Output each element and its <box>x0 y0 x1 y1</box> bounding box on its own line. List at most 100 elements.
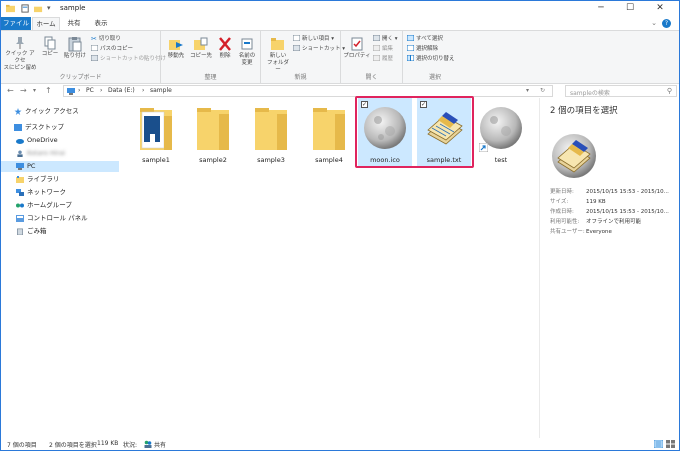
details-modified: 更新日時: 2015/10/15 15:53 - 2015/10... <box>550 189 669 195</box>
sidebar-item-network[interactable]: ネットワーク <box>1 187 119 198</box>
cut-button[interactable]: ✂ 切り取り <box>91 35 121 43</box>
copy-icon <box>44 36 56 50</box>
breadcrumb-pc[interactable]: PC <box>86 87 94 94</box>
maximize-button[interactable]: ☐ <box>623 3 637 14</box>
search-input[interactable]: sampleの検索 <box>570 88 610 97</box>
folder-icon <box>6 4 15 13</box>
rename-button[interactable]: 名前の 変更 <box>235 36 259 67</box>
selection-size: 119 KB <box>97 440 119 447</box>
details-pane: 2 個の項目を選択 更新日時: 2015/10/15 15:53 - 2015/1… <box>539 98 679 438</box>
back-button[interactable]: ← <box>7 86 14 96</box>
pin-quick-access-button[interactable]: クイック アクセ スにピン留め <box>3 36 37 72</box>
file-list: sample1 sample2 sample3 sample4 ✓ moon.i… <box>119 98 539 438</box>
sidebar-item-quick-access[interactable]: クイック アクセス <box>1 106 119 117</box>
rename-icon <box>241 38 253 50</box>
status-bar: 7 個の項目 2 個の項目を選択 119 KB 状況: 共有 <box>1 438 679 450</box>
item-count: 7 個の項目 <box>7 442 37 449</box>
move-to-button[interactable]: 移動先 <box>165 36 187 60</box>
details-title: 2 個の項目を選択 <box>550 106 618 116</box>
delete-icon <box>219 37 231 51</box>
tab-home[interactable]: ホーム <box>32 17 60 30</box>
pc-icon <box>16 163 24 170</box>
paste-button[interactable]: 貼り付け <box>63 36 87 60</box>
details-size: サイズ: 119 KB <box>550 199 606 205</box>
file-name: sample2 <box>199 156 227 164</box>
history-button[interactable]: 履歴 <box>373 55 393 63</box>
selection-preview-icon <box>552 134 596 178</box>
details-availability: 利用可能性: オフラインで利用可能 <box>550 219 642 225</box>
copy-to-button[interactable]: コピー先 <box>189 36 213 60</box>
properties-quick-icon[interactable] <box>21 4 30 13</box>
history-icon <box>373 55 380 61</box>
open-button[interactable]: 開く ▾ <box>373 35 398 43</box>
select-none-button[interactable]: 選択解除 <box>407 45 438 53</box>
selection-count: 2 個の項目を選択 <box>49 442 97 449</box>
details-view-icon[interactable] <box>654 440 663 448</box>
sidebar-item-homegroup[interactable]: ホームグループ <box>1 200 119 211</box>
address-dropdown-button[interactable]: ▾ <box>526 87 529 94</box>
tab-share[interactable]: 共有 <box>62 17 86 30</box>
new-folder-quick-icon[interactable] <box>34 4 43 13</box>
search-box[interactable]: sampleの検索 ⚲ <box>565 85 677 97</box>
shared-users-icon <box>144 440 152 448</box>
select-none-icon <box>407 45 414 51</box>
address-bar[interactable]: › PC › Data (E:) › sample ▾ ↻ <box>63 85 553 97</box>
recent-locations-button[interactable]: ▾ <box>33 86 36 96</box>
up-button[interactable]: ↑ <box>45 86 52 96</box>
file-item-sample1[interactable]: sample1 <box>129 98 183 166</box>
new-group-label: 新規 <box>294 74 307 81</box>
organize-group: 移動先 コピー先 削除 名前の 変更 整理 <box>161 31 261 83</box>
invert-selection-button[interactable]: 選択の切り替え <box>407 55 455 63</box>
easy-access-button[interactable]: ショートカット ▾ <box>293 45 345 53</box>
file-item-sample2[interactable]: sample2 <box>186 98 240 166</box>
edit-icon <box>373 45 380 51</box>
sidebar-item-onedrive[interactable]: OneDrive <box>1 135 119 146</box>
paste-shortcut-button[interactable]: ショートカットの貼り付け <box>91 55 166 63</box>
sidebar-item-desktop[interactable]: デスクトップ <box>1 122 119 133</box>
properties-button[interactable]: プロパティ <box>343 36 371 60</box>
invert-selection-icon <box>407 55 414 61</box>
copy-to-icon <box>194 37 208 50</box>
breadcrumb-sample[interactable]: sample <box>150 87 172 94</box>
sidebar-item-pc[interactable]: PC <box>1 161 119 172</box>
select-all-button[interactable]: すべて選択 <box>407 35 443 43</box>
breadcrumb-sep: › <box>142 87 145 94</box>
file-item-sample3[interactable]: sample3 <box>244 98 298 166</box>
sidebar-item-recycle-bin[interactable]: ごみ箱 <box>1 226 119 237</box>
copy-button[interactable]: コピー <box>39 36 61 58</box>
file-name: test <box>494 156 508 164</box>
file-item-test[interactable]: test <box>474 98 528 166</box>
refresh-button[interactable]: ↻ <box>540 87 545 94</box>
user-icon <box>17 150 23 157</box>
control-panel-icon <box>16 215 24 222</box>
delete-button[interactable]: 削除 <box>216 36 234 60</box>
new-folder-button[interactable]: 新しい フォルダー <box>265 36 291 74</box>
forward-button[interactable]: → <box>20 86 27 96</box>
folder-icon <box>255 108 287 150</box>
sidebar-item-libraries[interactable]: ライブラリ <box>1 174 119 185</box>
tab-view[interactable]: 表示 <box>89 17 113 30</box>
minimize-button[interactable]: ─ <box>594 3 608 14</box>
recycle-bin-icon <box>17 228 23 235</box>
file-item-sample4[interactable]: sample4 <box>302 98 356 166</box>
library-icon <box>16 176 24 183</box>
ribbon: クイック アクセ スにピン留め コピー 貼り付け ✂ 切り取り パスのコピー ショ… <box>1 30 679 84</box>
pin-icon <box>16 37 24 49</box>
status-state-label: 状況: <box>123 442 138 449</box>
help-icon[interactable]: ? <box>662 19 671 28</box>
sidebar-item-control-panel[interactable]: コントロール パネル <box>1 213 119 224</box>
edit-button[interactable]: 編集 <box>373 45 393 53</box>
search-icon[interactable]: ⚲ <box>667 87 672 95</box>
status-state-value: 共有 <box>154 442 167 449</box>
sidebar-item-user[interactable]: Kotaro Hirai <box>1 148 119 159</box>
expand-ribbon-icon[interactable]: ⌄ <box>651 19 657 27</box>
large-icons-view-icon[interactable] <box>666 440 675 448</box>
close-button[interactable]: ✕ <box>653 3 667 14</box>
copy-path-button[interactable]: パスのコピー <box>91 45 133 53</box>
folder-icon <box>313 108 345 150</box>
shortcut-icon <box>293 45 300 51</box>
new-item-button[interactable]: 新しい項目 ▾ <box>293 35 334 43</box>
quick-access-toolbar-dropdown[interactable]: ▾ <box>47 4 51 12</box>
breadcrumb-sep: › <box>100 87 103 94</box>
breadcrumb-data-drive[interactable]: Data (E:) <box>108 87 135 94</box>
